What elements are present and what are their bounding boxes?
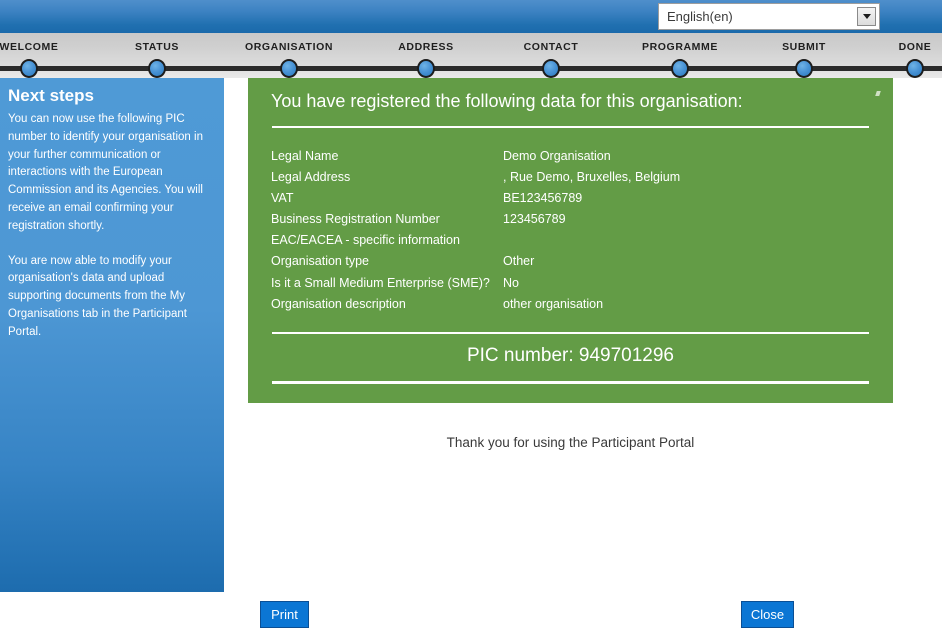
- header-bar: English(en): [0, 0, 942, 33]
- progress-stepper: WELCOME STATUS ORGANISATION ADDRESS CONTACT P…: [0, 33, 942, 78]
- stepper-step-programme[interactable]: PROGRAMME: [620, 33, 740, 78]
- stepper-step-label: STATUS: [134, 41, 180, 53]
- stepper-step-status[interactable]: STATUS: [97, 33, 217, 78]
- stepper-step-label: PROGRAMME: [642, 41, 718, 53]
- stepper-step-dot-icon[interactable]: [795, 59, 813, 78]
- sidebar-title: Next steps: [8, 86, 94, 105]
- stepper-step-dot-icon[interactable]: [280, 59, 298, 78]
- pic-divider-bottom: [272, 380, 869, 384]
- row-value: BE123456789: [503, 191, 583, 206]
- pic-number: PIC number: 949701296: [466, 344, 675, 366]
- table-row: Legal Address , Rue Demo, Bruxelles, Belg…: [271, 168, 680, 189]
- print-button[interactable]: Print: [260, 601, 309, 628]
- summary-divider-top: [272, 126, 869, 128]
- row-value: Demo Organisation: [503, 149, 611, 163]
- row-label: Organisation description: [271, 296, 406, 311]
- row-value: [503, 231, 680, 252]
- row-label: Business Registration Number: [271, 212, 440, 227]
- sidebar-paragraph-2: You are now able to modify your organisa…: [8, 254, 187, 338]
- row-value: No: [503, 275, 519, 290]
- row-label: EAC/EACEA - specific information: [271, 233, 460, 248]
- stepper-step-contact[interactable]: CONTACT: [491, 33, 611, 78]
- stepper-step-address[interactable]: ADDRESS: [366, 33, 486, 78]
- stepper-step-organisation[interactable]: ORGANISATION: [229, 33, 349, 78]
- registration-summary-panel: You have registered the following data f…: [248, 78, 893, 403]
- row-label: Organisation type: [271, 254, 369, 269]
- stepper-step-done[interactable]: DONE: [855, 33, 942, 78]
- next-steps-sidebar: Next steps You can now use the following…: [0, 78, 224, 592]
- row-value: , Rue Demo, Bruxelles, Belgium: [503, 170, 681, 185]
- stepper-step-dot-icon[interactable]: [20, 59, 38, 78]
- stepper-step-dot-icon[interactable]: [542, 59, 560, 78]
- row-label: VAT: [271, 191, 294, 206]
- chevron-down-icon[interactable]: [857, 7, 876, 26]
- table-row: EAC/EACEA - specific information: [271, 231, 680, 252]
- row-value: Other: [503, 254, 535, 269]
- stepper-step-submit[interactable]: SUBMIT: [744, 33, 864, 78]
- stepper-step-label: WELCOME: [0, 41, 59, 53]
- table-row: Business Registration Number 123456789: [271, 210, 680, 231]
- table-row: Is it a Small Medium Enterprise (SME)? No: [271, 274, 680, 295]
- stepper-step-dot-icon[interactable]: [148, 59, 166, 78]
- stepper-step-welcome[interactable]: WELCOME: [0, 33, 89, 78]
- sidebar-paragraph-1: You can now use the following PIC number…: [8, 113, 203, 232]
- stepper-step-label: SUBMIT: [782, 41, 826, 53]
- language-select[interactable]: English(en): [658, 3, 880, 30]
- stepper-step-dot-icon[interactable]: [671, 59, 689, 78]
- stepper-step-dot-icon[interactable]: [906, 59, 924, 78]
- summary-title: You have registered the following data f…: [271, 91, 743, 111]
- row-label: Is it a Small Medium Enterprise (SME)?: [271, 275, 490, 290]
- close-button[interactable]: Close: [741, 601, 794, 628]
- stepper-step-label: ORGANISATION: [244, 41, 334, 53]
- organisation-data-table: Legal Name Demo Organisation Legal Address…: [271, 147, 680, 316]
- thank-you-message: Thank you for using the Participant Port…: [446, 435, 695, 450]
- row-label: Legal Name: [271, 149, 339, 163]
- stepper-items: WELCOME STATUS ORGANISATION ADDRESS CONTACT P…: [0, 33, 942, 78]
- stepper-step-label: ADDRESS: [398, 41, 454, 53]
- language-select-value: English(en): [667, 9, 733, 24]
- row-value: 123456789: [503, 212, 566, 227]
- stepper-step-label: CONTACT: [523, 41, 579, 53]
- table-row: Organisation type Other: [271, 252, 680, 273]
- table-row: VAT BE123456789: [271, 189, 680, 210]
- stepper-step-label: DONE: [898, 41, 932, 53]
- stepper-step-dot-icon[interactable]: [417, 59, 435, 78]
- row-value: other organisation: [503, 296, 604, 311]
- row-label: Legal Address: [271, 170, 351, 185]
- page-root: English(en) WELCOME STATUS ORGANISATION ADD…: [0, 0, 942, 634]
- table-row: Legal Name Demo Organisation: [271, 147, 680, 168]
- table-row: Organisation description other organisati…: [271, 295, 680, 316]
